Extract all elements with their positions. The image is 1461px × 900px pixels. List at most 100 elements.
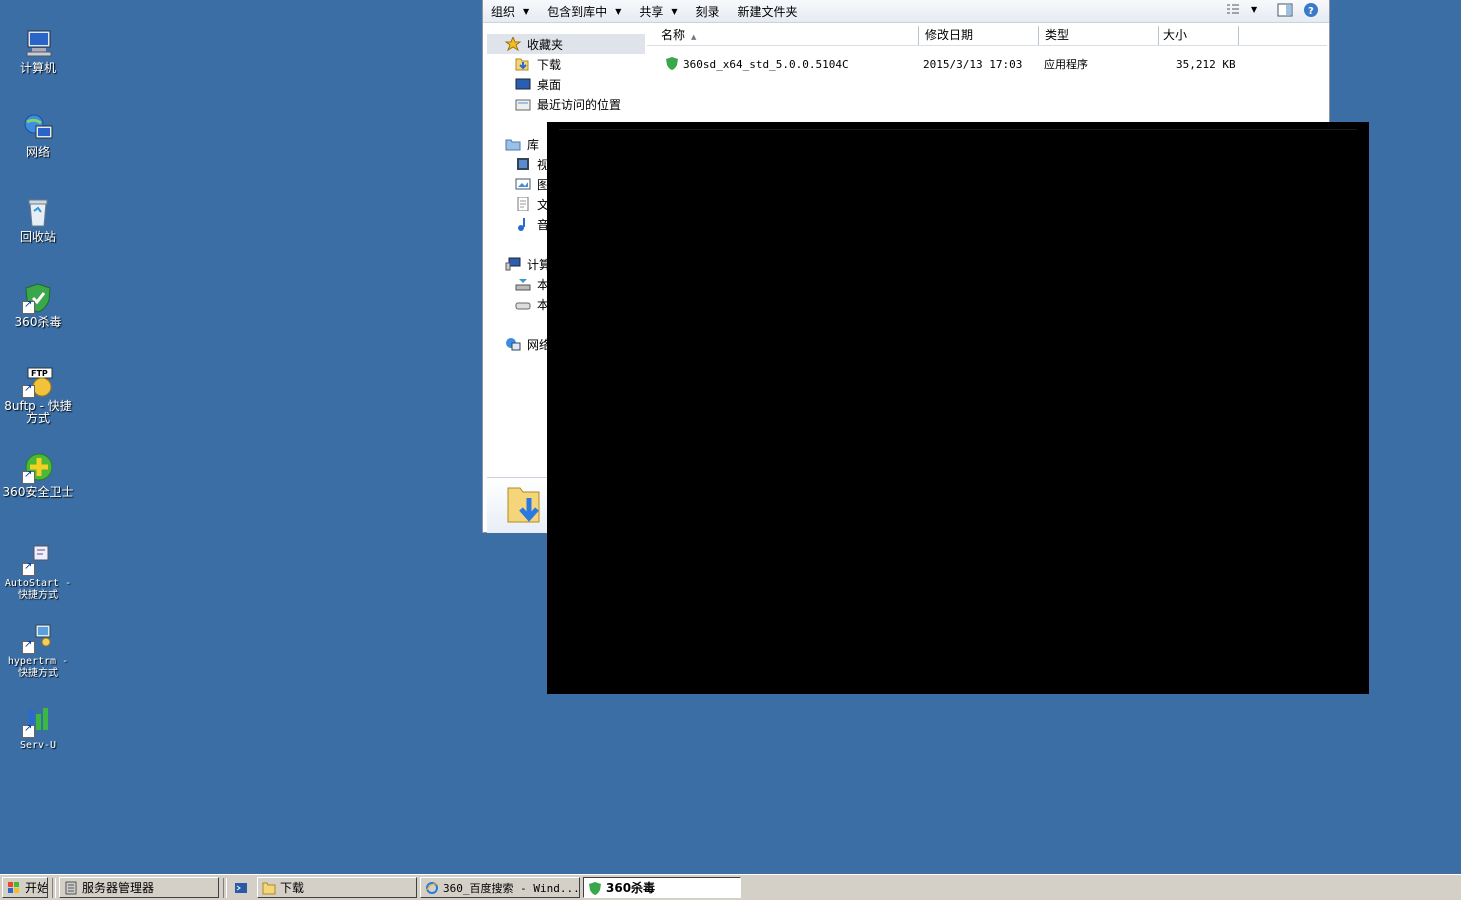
desktop-icon-8uftp[interactable]: FTP 8uftp - 快捷方式 [0,366,76,424]
star-icon [504,35,522,52]
desktop-icon [515,77,531,91]
serv-u-icon [22,706,54,738]
start-button[interactable]: 开始 [2,877,48,898]
file-name: 360sd_x64_std_5.0.0.5104C [683,57,849,71]
folder-icon [262,881,276,895]
system-drive-icon [515,277,531,291]
network-icon [22,112,54,144]
shortcut-arrow-icon [22,299,35,314]
explorer-toolbar: 组织 ▼ 包含到库中 ▼ 共享 ▼ 刻录 新建文件夹 ▼ ? [483,0,1329,23]
shortcut-arrow-icon [22,383,35,398]
new-folder-button[interactable]: 新建文件夹 [738,3,798,20]
application-icon [647,56,683,73]
plus-shield-icon [22,452,54,484]
shortcut-arrow-icon [22,723,35,738]
file-row[interactable]: 360sd_x64_std_5.0.0.5104C 2015/3/13 17:0… [647,54,1327,74]
library-icon [505,137,521,151]
desktop-icon-hypertrm[interactable]: hypertrm - 快捷方式 [0,622,76,680]
ie-icon [425,881,439,895]
desktop-icon-label: 360杀毒 [14,315,62,329]
shortcut-arrow-icon [22,561,35,576]
sort-ascending-icon: ▲ [691,33,697,41]
taskbar-separator [223,877,227,898]
column-header-size[interactable]: 大小 [1159,26,1239,45]
taskbar-downloads[interactable]: 下载 [257,877,417,898]
share-button[interactable]: 共享 ▼ [639,3,677,20]
desktop-icon-computer[interactable]: 计算机 [0,28,76,74]
taskbar-360-antivirus[interactable]: 360杀毒 [583,877,741,898]
downloads-folder-icon [515,57,531,71]
desktop-icon-serv-u[interactable]: Serv-U [0,706,76,752]
desktop-icon-label: Serv-U [19,740,57,751]
column-header-name[interactable]: 名称 ▲ [647,26,919,45]
svg-text:FTP: FTP [31,369,48,378]
nav-favorites[interactable]: 收藏夹 [487,34,645,54]
burn-label: 刻录 [695,4,720,19]
desktop-icon-label: 360安全卫士 [2,485,74,499]
column-label: 类型 [1045,28,1070,42]
shield-icon [22,282,54,314]
nav-recent-places[interactable]: 最近访问的位置 [487,94,645,114]
column-header-filler [1239,26,1327,45]
computer-icon [22,28,54,60]
desktop-icon-label: 回收站 [19,230,56,244]
taskbar-server-manager[interactable]: 服务器管理器 [59,877,219,898]
divider [559,129,1357,130]
blank-console-window[interactable] [547,122,1369,694]
desktop-icon-autostart[interactable]: AutoStart - 快捷方式 [0,544,76,602]
taskbar: 开始 服务器管理器 下载 360_百度搜索 - Wind... 360杀毒 [0,874,1461,900]
new-folder-label: 新建文件夹 [737,4,798,19]
organize-label: 组织 [491,4,516,19]
share-label: 共享 [639,4,664,19]
desktop-icon-360-safe[interactable]: 360安全卫士 [0,452,76,498]
file-size: 35,212 KB [1176,57,1236,71]
nav-label: 库 [527,137,540,152]
help-icon[interactable]: ? [1303,2,1319,18]
desktop-icon-network[interactable]: 网络 [0,112,76,158]
nav-desktop[interactable]: 桌面 [487,74,645,94]
windows-logo-icon [7,881,21,895]
view-options-icon[interactable] [1225,2,1241,18]
dropdown-arrow-icon: ▼ [615,6,622,16]
include-in-library-button[interactable]: 包含到库中 ▼ [547,3,621,20]
nav-label: 最近访问的位置 [537,97,622,112]
taskbar-ie[interactable]: 360_百度搜索 - Wind... [420,877,580,898]
desktop-icon-360-antivirus[interactable]: 360杀毒 [0,282,76,328]
file-modified: 2015/3/13 17:03 [923,57,1023,71]
shield-icon [588,881,602,895]
taskbar-label: 下载 [280,881,305,895]
desktop-icon-label: 网络 [25,145,50,159]
desktop-icon-label: AutoStart - 快捷方式 [4,578,72,601]
column-headers: 名称 ▲ 修改日期 类型 大小 [647,26,1327,46]
view-dropdown-icon[interactable]: ▼ [1251,2,1267,18]
nav-label: 下载 [537,57,562,72]
taskbar-label: 360杀毒 [606,881,656,895]
picture-icon [515,177,531,191]
column-header-type[interactable]: 类型 [1039,26,1159,45]
drive-icon [515,297,531,311]
taskbar-separator [52,877,56,898]
taskbar-label: 360_百度搜索 - Wind... [443,881,580,895]
taskbar-powershell[interactable] [230,877,254,898]
preview-pane-icon[interactable] [1277,2,1293,18]
svg-text:?: ? [1308,6,1314,17]
dropdown-arrow-icon: ▼ [671,6,678,16]
column-label: 修改日期 [925,28,974,42]
downloads-folder-large-icon [505,482,545,529]
nav-downloads[interactable]: 下载 [487,54,645,74]
desktop-icon-recycle-bin[interactable]: 回收站 [0,197,76,243]
burn-button[interactable]: 刻录 [696,3,720,20]
desktop-icon-label: 计算机 [19,61,56,75]
column-header-modified[interactable]: 修改日期 [919,26,1039,45]
organize-button[interactable]: 组织 ▼ [491,3,529,20]
autostart-icon [22,544,54,576]
computer-icon [505,257,521,271]
shortcut-arrow-icon [22,469,35,484]
recycle-bin-icon [22,197,54,229]
dropdown-arrow-icon: ▼ [523,6,530,16]
document-icon [515,196,531,212]
hypertrm-icon [22,622,54,654]
desktop-icon-label: hypertrm - 快捷方式 [7,656,69,679]
nav-label: 收藏夹 [527,37,564,52]
video-icon [515,157,531,171]
